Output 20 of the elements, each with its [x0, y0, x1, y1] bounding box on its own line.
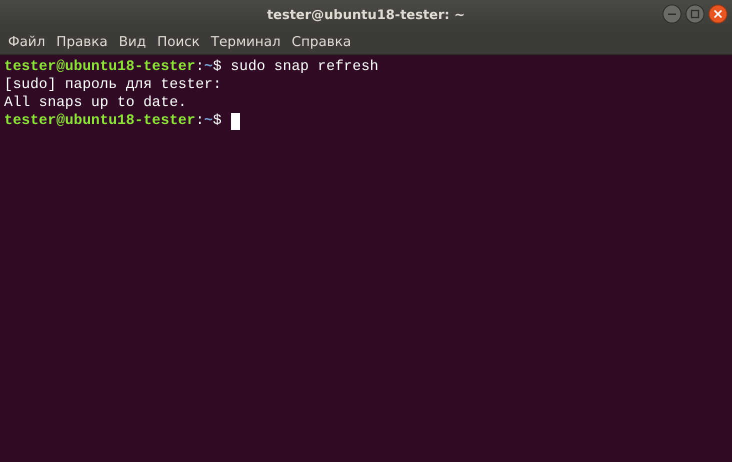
- prompt-path: ~: [204, 58, 213, 76]
- menu-item[interactable]: Файл: [8, 34, 46, 50]
- menu-item[interactable]: Поиск: [157, 34, 200, 50]
- close-icon[interactable]: [708, 4, 728, 24]
- menu-item[interactable]: Правка: [56, 34, 108, 50]
- prompt-separator: :: [195, 112, 204, 130]
- minimize-icon[interactable]: [662, 4, 682, 24]
- prompt-path: ~: [204, 112, 213, 130]
- menu-item[interactable]: Вид: [118, 34, 146, 50]
- prompt-symbol: $: [212, 112, 222, 130]
- output-text: [sudo] пароль для tester:: [4, 76, 222, 94]
- prompt-separator: :: [195, 58, 204, 76]
- prompt-symbol: $: [212, 58, 222, 76]
- prompt-user-host: tester@ubuntu18-tester: [4, 58, 196, 76]
- window-title: tester@ubuntu18-tester: ~: [266, 8, 466, 22]
- prompt-user-host: tester@ubuntu18-tester: [4, 112, 196, 130]
- output-text: All snaps up to date.: [4, 94, 187, 112]
- command-text: sudo snap refresh: [230, 58, 378, 76]
- menu-item[interactable]: Терминал: [210, 34, 281, 50]
- menu-item[interactable]: Справка: [292, 34, 352, 50]
